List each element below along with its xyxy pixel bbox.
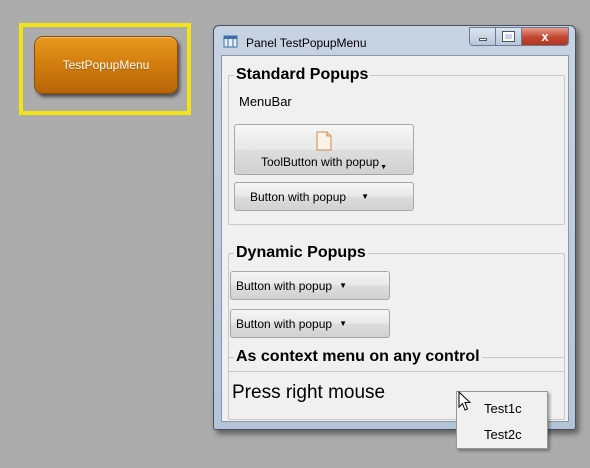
test-popup-menu-button[interactable]: TestPopupMenu — [34, 36, 178, 94]
maximize-icon — [502, 31, 515, 42]
button-label: Button with popup — [236, 278, 333, 293]
press-right-mouse-label[interactable]: Press right mouse — [232, 382, 385, 404]
dynamic-popups-title: Dynamic Popups — [234, 244, 368, 262]
document-icon — [316, 131, 332, 151]
toolbutton-label: ToolButton with popup — [260, 155, 380, 169]
minimize-icon — [478, 38, 487, 41]
panel-client-area: Standard Popups MenuBar ToolButton with … — [221, 55, 569, 422]
caption-buttons: x — [469, 27, 569, 47]
button-with-popup-standard[interactable]: Button with popup ▼ — [234, 182, 414, 211]
panel-window: Panel TestPopupMenu x Standard Popups Me… — [213, 25, 576, 430]
toolbutton-with-popup[interactable]: ToolButton with popup ▼ — [234, 124, 414, 175]
dropdown-arrow-icon: ▼ — [361, 192, 369, 201]
context-menu-title: As context menu on any control — [234, 348, 482, 366]
close-icon: x — [541, 29, 549, 44]
menu-item-test2c[interactable]: Test2c — [484, 427, 522, 442]
minimize-button[interactable] — [469, 27, 496, 46]
launcher-highlight-frame: TestPopupMenu — [19, 23, 191, 115]
window-title: Panel TestPopupMenu — [246, 36, 367, 50]
standard-popups-group: Standard Popups MenuBar ToolButton with … — [228, 66, 565, 225]
button-with-popup-dynamic-1[interactable]: Button with popup ▼ — [230, 271, 390, 300]
standard-popups-title: Standard Popups — [234, 66, 371, 84]
test-popup-menu-button-label: TestPopupMenu — [62, 58, 150, 72]
maximize-button[interactable] — [496, 27, 522, 46]
button-label: Button with popup — [236, 316, 333, 331]
dropdown-arrow-icon: ▼ — [380, 164, 388, 171]
panel-icon — [223, 35, 238, 48]
menu-item-test1c[interactable]: Test1c — [484, 401, 522, 416]
close-button[interactable]: x — [522, 27, 569, 46]
button-label: Button with popup — [250, 189, 347, 204]
mouse-cursor-icon — [458, 391, 472, 411]
dropdown-arrow-icon: ▼ — [339, 281, 347, 290]
menubar[interactable]: MenuBar — [239, 94, 292, 109]
button-with-popup-dynamic-2[interactable]: Button with popup ▼ — [230, 309, 390, 338]
dropdown-arrow-icon: ▼ — [339, 319, 347, 328]
title-bar[interactable]: Panel TestPopupMenu x — [214, 26, 575, 54]
toolbutton-label-row: ToolButton with popup ▼ — [260, 155, 388, 171]
